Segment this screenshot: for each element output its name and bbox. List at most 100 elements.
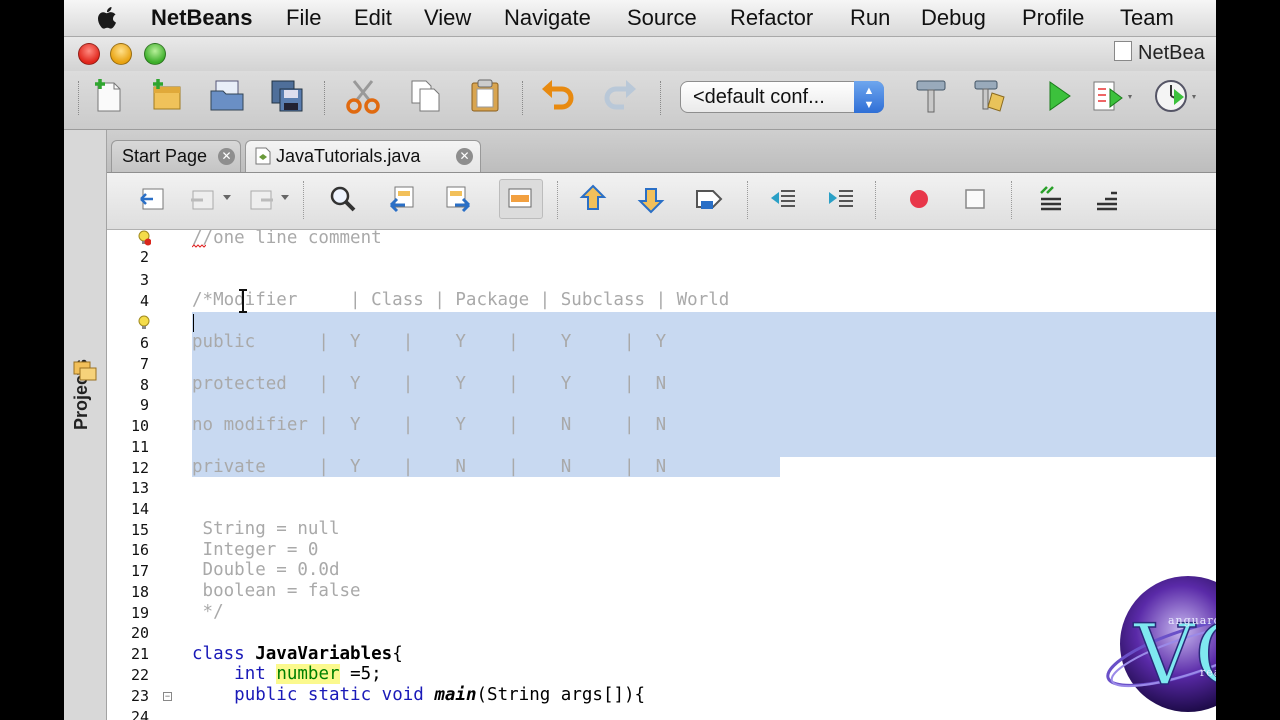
cut-icon[interactable] (344, 77, 382, 115)
stop-macro-recording-icon[interactable] (959, 183, 991, 215)
next-bookmark-icon[interactable] (635, 183, 667, 215)
close-tab-icon[interactable]: ✕ (456, 148, 473, 165)
editor-toolbar-separator (747, 181, 749, 219)
find-next-icon[interactable] (443, 183, 475, 215)
back-icon[interactable] (187, 183, 219, 215)
toolbar-separator (522, 81, 525, 115)
line-number: 15 (130, 521, 149, 539)
apple-icon[interactable] (94, 4, 122, 32)
code-punctuation: { (392, 644, 403, 664)
find-icon[interactable] (327, 183, 359, 215)
fold-toggle-icon[interactable]: − (163, 692, 172, 701)
class-name: JavaVariables (255, 644, 393, 664)
previous-bookmark-icon[interactable] (577, 183, 609, 215)
menu-view[interactable]: View (424, 3, 471, 33)
debug-icon[interactable] (1090, 77, 1132, 115)
forward-icon[interactable] (245, 183, 277, 215)
code-line: boolean = false (192, 581, 361, 601)
document-icon (1114, 41, 1132, 61)
close-window-button[interactable] (78, 43, 100, 65)
error-hint-bulb-icon[interactable] (137, 230, 151, 246)
toggle-highlight-search-button[interactable] (499, 179, 543, 219)
menu-run[interactable]: Run (850, 3, 890, 33)
line-number: 21 (130, 645, 149, 663)
toggle-bookmark-icon[interactable] (693, 183, 725, 215)
configuration-select-arrows[interactable]: ▲ ▼ (854, 81, 884, 113)
window-title-bar: NetBea (64, 37, 1216, 71)
menu-bar: NetBeans File Edit View Navigate Source … (64, 0, 1216, 37)
files-panel-icon[interactable] (72, 360, 98, 382)
clean-build-icon[interactable] (972, 77, 1010, 115)
hint-bulb-icon[interactable] (137, 315, 151, 331)
field-name: number (276, 664, 340, 684)
tab-javatutorials-java[interactable]: JavaTutorials.java ✕ (245, 140, 481, 172)
forward-dropdown-arrow[interactable] (281, 195, 289, 200)
window-title-text: NetBea (1138, 42, 1205, 64)
logo-top-word: anguard (1168, 614, 1216, 627)
undo-icon[interactable] (540, 77, 578, 115)
find-previous-icon[interactable] (385, 183, 417, 215)
line-number: 8 (139, 376, 149, 394)
minimize-window-button[interactable] (110, 43, 132, 65)
new-project-icon[interactable] (148, 77, 186, 115)
menu-app-netbeans[interactable]: NetBeans (151, 3, 252, 33)
shift-line-right-icon[interactable] (825, 183, 857, 215)
tab-label: Start Page (122, 146, 208, 166)
i-beam-cursor-icon (239, 289, 247, 313)
configuration-select[interactable]: <default conf... ▲ ▼ (680, 81, 884, 113)
code-line: no modifier | Y | Y | N | N (192, 415, 667, 435)
code-line: private | Y | N | N | N (192, 457, 667, 477)
text-caret (193, 314, 194, 332)
line-number: 13 (130, 479, 149, 497)
menu-file[interactable]: File (286, 3, 321, 33)
build-hammer-icon[interactable] (912, 77, 950, 115)
line-number: 18 (130, 583, 149, 601)
keyword: public static void (234, 685, 424, 705)
zoom-window-button[interactable] (144, 43, 166, 65)
menu-edit[interactable]: Edit (354, 3, 392, 33)
back-dropdown-arrow[interactable] (223, 195, 231, 200)
menu-team[interactable]: Team (1120, 3, 1174, 33)
comment-icon[interactable] (1035, 183, 1067, 215)
code-editor[interactable]: 2 3 4 6 7 8 9 10 11 12 13 14 15 16 17 18… (107, 230, 1216, 720)
profile-icon[interactable] (1152, 77, 1196, 115)
paste-icon[interactable] (466, 77, 504, 115)
line-number: 14 (130, 500, 149, 518)
save-all-icon[interactable] (268, 77, 306, 115)
tab-start-page[interactable]: Start Page ✕ (111, 140, 241, 172)
menu-source[interactable]: Source (627, 3, 697, 33)
window-title: NetBea (1114, 41, 1205, 65)
line-number: 19 (130, 604, 149, 622)
uncomment-icon[interactable] (1091, 183, 1123, 215)
line-number: 6 (139, 334, 149, 352)
projects-panel-tab[interactable]: Projects (71, 270, 97, 430)
copy-icon[interactable] (406, 77, 444, 115)
shift-line-left-icon[interactable] (767, 183, 799, 215)
start-macro-recording-icon[interactable] (903, 183, 935, 215)
line-number: 23 (130, 687, 149, 705)
menu-navigate[interactable]: Navigate (504, 3, 591, 33)
editor-toolbar (107, 173, 1216, 230)
menu-refactor[interactable]: Refactor (730, 3, 813, 33)
toolbar-separator (660, 81, 663, 115)
code-line-field-declaration: int number =5; (192, 664, 382, 685)
menu-debug[interactable]: Debug (921, 3, 986, 33)
line-number: 12 (130, 459, 149, 477)
toolbar-grip (78, 81, 81, 115)
code-text: (String args[]){ (476, 685, 646, 705)
close-tab-icon[interactable]: ✕ (218, 148, 235, 165)
menu-profile[interactable]: Profile (1022, 3, 1084, 33)
line-number: 11 (130, 438, 149, 456)
editor-tab-bar: Start Page ✕ JavaTutorials.java ✕ (107, 130, 1216, 173)
redo-icon[interactable] (600, 77, 638, 115)
run-icon[interactable] (1040, 77, 1078, 115)
method-name: main (434, 685, 477, 705)
new-file-icon[interactable] (90, 77, 128, 115)
toolbar-separator (324, 81, 327, 115)
editor-toolbar-separator (1011, 181, 1013, 219)
last-edit-icon[interactable] (137, 183, 169, 215)
editor-toolbar-separator (303, 181, 305, 219)
open-project-icon[interactable] (208, 77, 246, 115)
line-number: 4 (139, 292, 149, 310)
code-line-class-declaration: class JavaVariables{ (192, 644, 403, 665)
